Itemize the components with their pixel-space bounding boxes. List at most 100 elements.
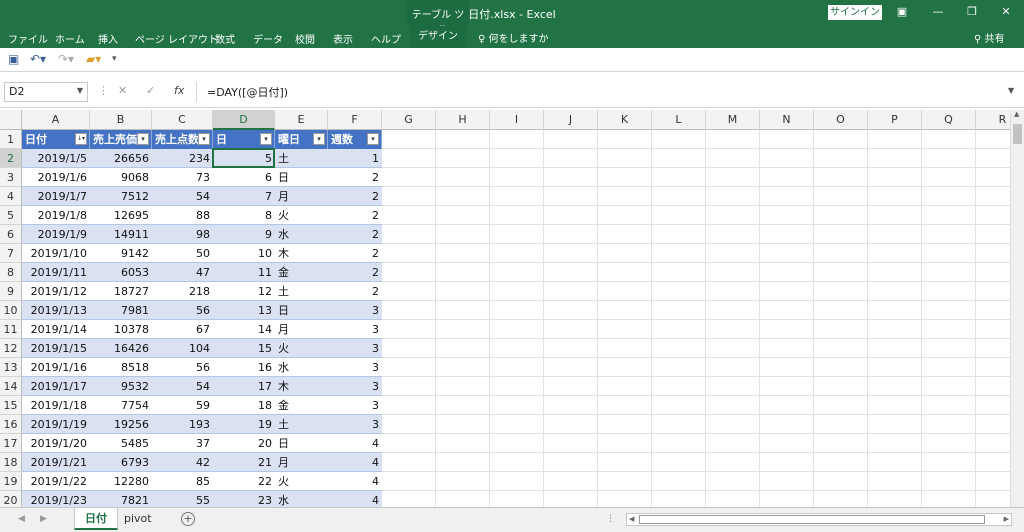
- tab-design[interactable]: デザイン: [410, 26, 466, 48]
- tab-review[interactable]: 校閲: [295, 31, 315, 46]
- prev-sheet-icon[interactable]: ◀: [18, 514, 25, 524]
- table-cell[interactable]: 3: [328, 301, 382, 320]
- table-cell[interactable]: 13: [213, 301, 275, 320]
- next-sheet-icon[interactable]: ▶: [40, 514, 47, 524]
- table-cell[interactable]: 18: [213, 396, 275, 415]
- row-header[interactable]: 17: [0, 434, 22, 453]
- table-cell[interactable]: 2019/1/17: [22, 377, 90, 396]
- table-cell[interactable]: 20: [213, 434, 275, 453]
- name-box[interactable]: D2 ▼: [4, 82, 88, 102]
- table-cell[interactable]: 土: [275, 415, 328, 434]
- table-cell[interactable]: 火: [275, 472, 328, 491]
- formula-input[interactable]: =DAY([@日付]): [196, 82, 1020, 102]
- table-cell[interactable]: 193: [152, 415, 213, 434]
- table-cell[interactable]: 11: [213, 263, 275, 282]
- column-header[interactable]: E: [275, 110, 328, 130]
- table-cell[interactable]: 土: [275, 149, 328, 168]
- row-header[interactable]: 14: [0, 377, 22, 396]
- table-cell[interactable]: 2019/1/13: [22, 301, 90, 320]
- tab-view[interactable]: 表示: [333, 31, 353, 46]
- table-cell[interactable]: 42: [152, 453, 213, 472]
- restore-icon[interactable]: ❐: [962, 3, 982, 21]
- row-header[interactable]: 3: [0, 168, 22, 187]
- column-header[interactable]: N: [760, 110, 814, 130]
- select-all-corner[interactable]: [0, 110, 22, 130]
- table-cell[interactable]: 17: [213, 377, 275, 396]
- table-cell[interactable]: 12: [213, 282, 275, 301]
- table-cell[interactable]: 12280: [90, 472, 152, 491]
- table-cell[interactable]: 金: [275, 396, 328, 415]
- table-header-cell[interactable]: 売上点数 ▾: [152, 130, 213, 149]
- table-cell[interactable]: 土: [275, 282, 328, 301]
- table-cell[interactable]: 19256: [90, 415, 152, 434]
- row-header[interactable]: 19: [0, 472, 22, 491]
- table-cell[interactable]: 2: [328, 168, 382, 187]
- table-cell[interactable]: 3: [328, 320, 382, 339]
- table-cell[interactable]: 7512: [90, 187, 152, 206]
- filter-dropdown-icon[interactable]: ▾: [137, 133, 149, 145]
- row-header[interactable]: 11: [0, 320, 22, 339]
- table-cell[interactable]: 水: [275, 225, 328, 244]
- table-cell[interactable]: 2019/1/23: [22, 491, 90, 507]
- table-cell[interactable]: 4: [328, 453, 382, 472]
- table-cell[interactable]: 104: [152, 339, 213, 358]
- tab-formulas[interactable]: 数式: [215, 31, 235, 46]
- table-cell[interactable]: 85: [152, 472, 213, 491]
- cancel-icon[interactable]: ✕: [118, 84, 127, 97]
- ribbon-display-icon[interactable]: ▣: [892, 3, 912, 21]
- tab-page-layout[interactable]: ページ レイアウト: [135, 31, 218, 46]
- table-cell[interactable]: 水: [275, 358, 328, 377]
- vertical-scrollbar[interactable]: ▲: [1010, 110, 1024, 507]
- column-header[interactable]: K: [598, 110, 652, 130]
- column-header[interactable]: A: [22, 110, 90, 130]
- tab-file[interactable]: ファイル: [8, 31, 48, 46]
- table-cell[interactable]: 22: [213, 472, 275, 491]
- table-header-cell[interactable]: 売上売価 ▾: [90, 130, 152, 149]
- table-cell[interactable]: 2019/1/21: [22, 453, 90, 472]
- horizontal-scroll-thumb[interactable]: [639, 515, 985, 524]
- table-cell[interactable]: 88: [152, 206, 213, 225]
- table-cell[interactable]: 2: [328, 225, 382, 244]
- row-header[interactable]: 20: [0, 491, 22, 507]
- worksheet-grid[interactable]: A B C D E F G H I J K L M N O P Q R 1 2 3 4 5 6 7 8 9 10 11 12 13 14 15 1…: [0, 110, 1010, 507]
- column-header[interactable]: J: [544, 110, 598, 130]
- filter-dropdown-icon[interactable]: ▾: [313, 133, 325, 145]
- table-cell[interactable]: 18727: [90, 282, 152, 301]
- table-cell[interactable]: 2019/1/12: [22, 282, 90, 301]
- chevron-down-icon[interactable]: ▼: [77, 86, 83, 95]
- save-icon[interactable]: ▣: [8, 52, 19, 66]
- table-cell[interactable]: 2019/1/7: [22, 187, 90, 206]
- table-cell[interactable]: 3: [328, 339, 382, 358]
- table-cell[interactable]: 56: [152, 358, 213, 377]
- table-cell[interactable]: 54: [152, 187, 213, 206]
- table-cell[interactable]: 16: [213, 358, 275, 377]
- table-cell[interactable]: 9: [213, 225, 275, 244]
- table-cell[interactable]: 5485: [90, 434, 152, 453]
- table-cell[interactable]: 月: [275, 187, 328, 206]
- table-cell[interactable]: 56: [152, 301, 213, 320]
- vertical-scroll-thumb[interactable]: [1013, 124, 1022, 144]
- table-cell[interactable]: 50: [152, 244, 213, 263]
- row-header[interactable]: 8: [0, 263, 22, 282]
- column-header[interactable]: R: [976, 110, 1010, 130]
- table-cell[interactable]: 2019/1/20: [22, 434, 90, 453]
- table-cell[interactable]: 7754: [90, 396, 152, 415]
- table-cell[interactable]: 9142: [90, 244, 152, 263]
- table-cell[interactable]: 73: [152, 168, 213, 187]
- table-cell[interactable]: 55: [152, 491, 213, 507]
- table-cell[interactable]: 6: [213, 168, 275, 187]
- column-header[interactable]: Q: [922, 110, 976, 130]
- table-cell[interactable]: 98: [152, 225, 213, 244]
- redo-icon[interactable]: ↷▾: [58, 52, 74, 66]
- row-header[interactable]: 12: [0, 339, 22, 358]
- table-cell[interactable]: 火: [275, 339, 328, 358]
- table-cell[interactable]: 日: [275, 434, 328, 453]
- table-cell[interactable]: 2: [328, 282, 382, 301]
- table-cell[interactable]: 14: [213, 320, 275, 339]
- table-header-cell[interactable]: 曜日 ▾: [275, 130, 328, 149]
- table-cell[interactable]: 15: [213, 339, 275, 358]
- add-sheet-icon[interactable]: +: [181, 512, 195, 526]
- table-cell[interactable]: 2019/1/9: [22, 225, 90, 244]
- table-cell[interactable]: 2019/1/6: [22, 168, 90, 187]
- table-cell[interactable]: 日: [275, 301, 328, 320]
